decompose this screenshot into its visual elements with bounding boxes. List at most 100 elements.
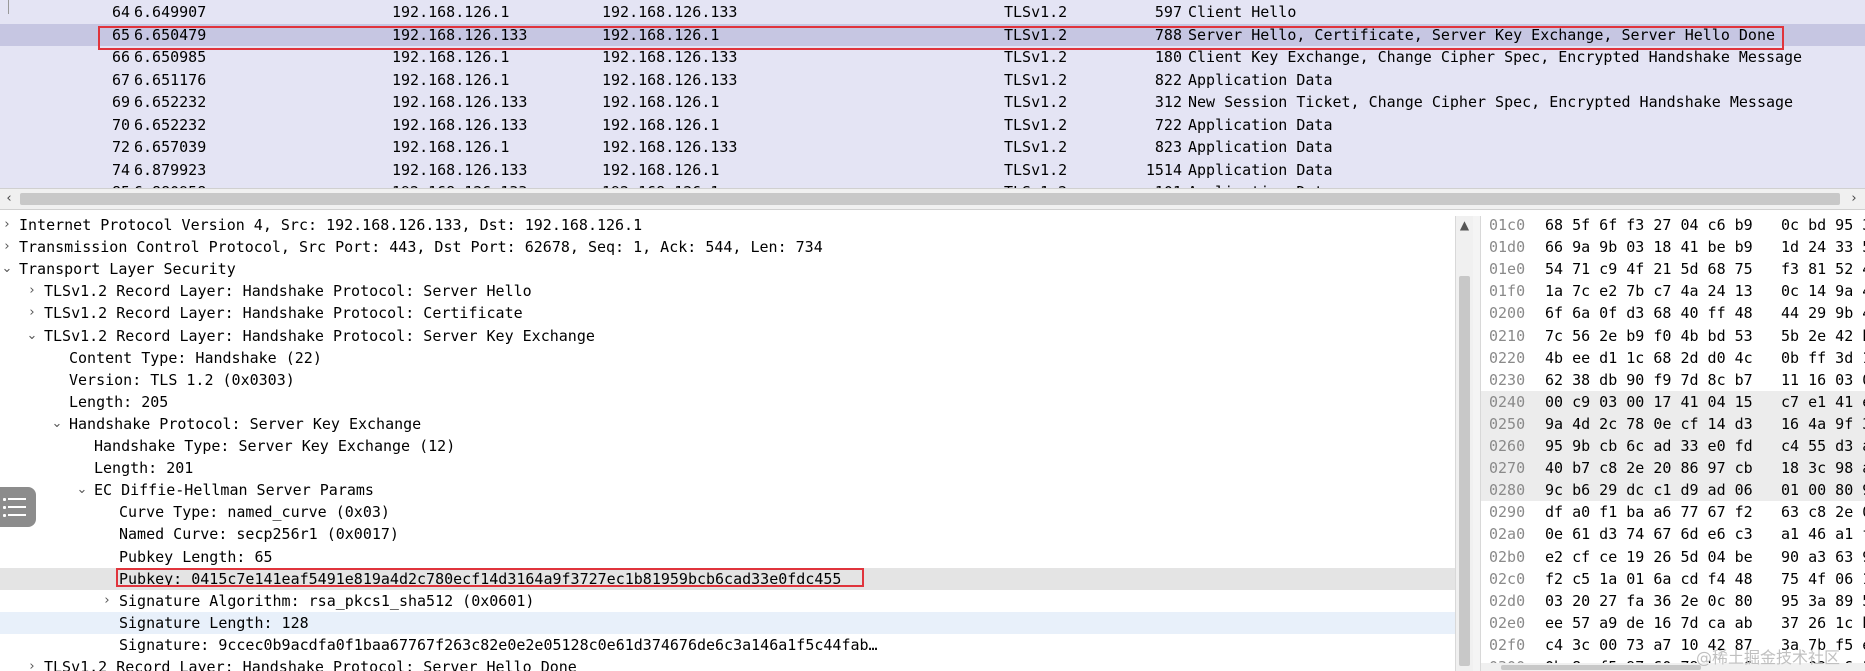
hex-row[interactable]: 0260 95 9b cb 6c ad 33 e0 fd c4 55 d3 a8	[1481, 435, 1865, 457]
detail-tree-item[interactable]: Curve Type: named_curve (0x03)	[0, 501, 1455, 523]
hex-row[interactable]: 0250 9a 4d 2c 78 0e cf 14 d3 16 4a 9f 37	[1481, 412, 1865, 435]
packet-time: 6.650985	[134, 48, 207, 66]
hex-row[interactable]: 0220 4b ee d1 1c 68 2d d0 4c 0b ff 3d 1e	[1481, 347, 1865, 369]
collapse-chevron-icon[interactable]: ⌄	[0, 258, 14, 280]
packet-row[interactable]: 67 6.651176 192.168.126.1 192.168.126.133 TL…	[0, 69, 1865, 91]
detail-tree-item[interactable]: Length: 201	[0, 457, 1455, 479]
detail-tree-item[interactable]: Pubkey: 0415c7e141eaf5491e819a4d2c780ecf…	[0, 567, 1455, 590]
packet-row[interactable]: 66 6.650985 192.168.126.1 192.168.126.133 TL…	[0, 46, 1865, 68]
packet-length: 1514	[1145, 160, 1182, 179]
hex-bytes: 44 29 9b 45	[1781, 304, 1865, 323]
expand-chevron-icon[interactable]: ›	[25, 656, 39, 671]
collapse-chevron-icon[interactable]: ⌄	[50, 413, 64, 435]
hex-row[interactable]: 01d0 66 9a 9b 03 18 41 be b9 1d 24 33 55	[1481, 236, 1865, 258]
scrollbar-thumb[interactable]	[20, 193, 1840, 205]
hex-bytes: 00 c9 03 00 17 41 04 15	[1545, 392, 1753, 411]
detail-tree-item[interactable]: › TLSv1.2 Record Layer: Handshake Protoco…	[0, 656, 1455, 671]
packet-protocol: TLSv1.2	[1004, 93, 1068, 111]
packet-row[interactable]: 74 6.879923 192.168.126.133 192.168.126.1 TL…	[0, 159, 1865, 181]
packet-details-tree[interactable]: › Internet Protocol Version 4, Src: 192.1…	[0, 216, 1455, 671]
collapse-chevron-icon[interactable]: ⌄	[75, 479, 89, 501]
hex-bytes: f2 c5 1a 01 6a cd f4 48	[1545, 569, 1753, 588]
packet-list-horizontal-scrollbar[interactable]: ‹ ›	[0, 188, 1865, 210]
detail-tree-item[interactable]: Named Curve: secp256r1 (0x0017)	[0, 523, 1455, 545]
detail-tree-item[interactable]: Signature Length: 128	[0, 611, 1455, 634]
detail-tree-item[interactable]: Pubkey Length: 65	[0, 546, 1455, 568]
detail-tree-item[interactable]: Handshake Type: Server Key Exchange (12)	[0, 435, 1455, 457]
packet-row[interactable]: 72 6.657039 192.168.126.1 192.168.126.133 TL…	[0, 136, 1865, 158]
floating-list-menu-icon[interactable]	[0, 487, 36, 527]
expand-chevron-icon[interactable]: ›	[25, 280, 39, 302]
hex-bytes: 18 3c 98 ab	[1781, 459, 1865, 478]
hex-row[interactable]: 02c0 f2 c5 1a 01 6a cd f4 48 75 4f 06 18	[1481, 568, 1865, 590]
detail-tree-item[interactable]: ⌄ Transport Layer Security	[0, 258, 1455, 280]
expand-chevron-icon[interactable]: ›	[0, 216, 14, 236]
details-vertical-scrollbar[interactable]: ▲	[1455, 216, 1473, 671]
hex-row[interactable]: 02b0 e2 cf ce 19 26 5d 04 be 90 a3 63 9c	[1481, 546, 1865, 568]
packet-destination: 192.168.126.1	[602, 115, 720, 134]
detail-tree-item[interactable]: Version: TLS 1.2 (0x0303)	[0, 369, 1455, 391]
detail-tree-item[interactable]: ⌄ Handshake Protocol: Server Key Exchange	[0, 413, 1455, 435]
hex-row[interactable]: 02d0 03 20 27 fa 36 2e 0c 80 95 3a 89 53	[1481, 590, 1865, 612]
detail-tree-item[interactable]: Content Type: Handshake (22)	[0, 347, 1455, 369]
detail-tree-item[interactable]: › Transmission Control Protocol, Src Port…	[0, 236, 1455, 258]
hex-row[interactable]: 0280 9c b6 29 dc c1 d9 ad 06 01 00 80 9c	[1481, 479, 1865, 502]
packet-row[interactable]: 85 6.880958 192.168.126.133 192.168.126.1 TL…	[0, 181, 1865, 188]
detail-tree-item[interactable]: › Signature Algorithm: rsa_pkcs1_sha512 (…	[0, 590, 1455, 612]
collapse-chevron-icon[interactable]: ⌄	[25, 325, 39, 347]
hex-row[interactable]: 0270 40 b7 c8 2e 20 86 97 cb 18 3c 98 ab	[1481, 457, 1865, 480]
hex-row[interactable]: 01c0 68 5f 6f f3 27 04 c6 b9 0c bd 95 37	[1481, 216, 1865, 236]
scrollbar-thumb[interactable]	[1501, 665, 1701, 670]
scroll-right-icon[interactable]: ›	[1845, 189, 1863, 209]
pane-splitter[interactable]	[1473, 216, 1481, 671]
hex-row[interactable]: 0200 6f 6a 0f d3 68 40 ff 48 44 29 9b 45	[1481, 302, 1865, 324]
hex-row[interactable]: 01e0 54 71 c9 4f 21 5d 68 75 f3 81 52 41	[1481, 258, 1865, 280]
detail-field-text: Internet Protocol Version 4, Src: 192.16…	[19, 216, 643, 234]
packet-source: 192.168.126.133	[392, 115, 528, 134]
detail-tree-item[interactable]: › Internet Protocol Version 4, Src: 192.1…	[0, 216, 1455, 236]
packet-info: Application Data	[1188, 115, 1333, 134]
detail-tree-item[interactable]: › TLSv1.2 Record Layer: Handshake Protoco…	[0, 302, 1455, 324]
hex-offset: 0240	[1489, 392, 1526, 411]
hex-bytes: 16 4a 9f 37	[1781, 414, 1865, 433]
expand-chevron-icon[interactable]: ›	[100, 590, 114, 612]
packet-source: 192.168.126.1	[392, 48, 510, 66]
packet-row[interactable]: 64 6.649907 192.168.126.1 192.168.126.133 TL…	[0, 1, 1865, 23]
hex-row[interactable]: 02e0 ee 57 a9 de 16 7d ca ab 37 26 1c bb	[1481, 612, 1865, 634]
hex-row[interactable]: 0240 00 c9 03 00 17 41 04 15 c7 e1 41 ea	[1481, 390, 1865, 413]
packet-time: 6.657039	[134, 138, 207, 156]
packet-length: 823	[1154, 138, 1182, 156]
packet-time: 6.879923	[134, 160, 207, 179]
hex-row[interactable]: 02a0 0e 61 d3 74 67 6d e6 c3 a1 46 a1 f5	[1481, 523, 1865, 545]
detail-tree-item[interactable]: › TLSv1.2 Record Layer: Handshake Protoco…	[0, 280, 1455, 302]
packet-destination: 192.168.126.1	[602, 181, 719, 188]
packet-number: 70	[111, 115, 130, 134]
hex-row[interactable]: 01f0 1a 7c e2 7b c7 4a 24 13 0c 14 9a 4f	[1481, 280, 1865, 302]
packet-row[interactable]: 65 6.650479 192.168.126.133 192.168.126.1 TL…	[0, 23, 1865, 46]
hex-row[interactable]: 0290 df a0 f1 ba a6 77 67 f2 63 c8 2e 0e	[1481, 501, 1865, 523]
detail-tree-item[interactable]: Length: 205	[0, 391, 1455, 413]
packet-protocol: TLSv1.2	[1004, 181, 1067, 188]
expand-chevron-icon[interactable]: ›	[25, 302, 39, 324]
packet-bytes-pane[interactable]: 01c068 5f 6f f3 27 04 c6 b90c bd 95 3701…	[1481, 216, 1865, 671]
packet-row[interactable]: 69 6.652232 192.168.126.133 192.168.126.1 TL…	[0, 91, 1865, 113]
packet-list[interactable]: 64 6.649907 192.168.126.1 192.168.126.133 TL…	[0, 0, 1865, 188]
detail-tree-item[interactable]: ⌄ TLSv1.2 Record Layer: Handshake Protoco…	[0, 325, 1455, 347]
packet-destination: 192.168.126.1	[602, 93, 720, 111]
scrollbar-thumb[interactable]	[1459, 276, 1470, 666]
expand-chevron-icon[interactable]: ›	[0, 236, 14, 258]
hex-offset: 0220	[1489, 348, 1526, 367]
detail-tree-item[interactable]: ⌄ EC Diffie-Hellman Server Params	[0, 479, 1455, 501]
hex-bytes: 0b ff 3d 1e	[1781, 348, 1865, 367]
detail-field-text: TLSv1.2 Record Layer: Handshake Protocol…	[44, 658, 577, 671]
hex-row[interactable]: 0230 62 38 db 90 f9 7d 8c b7 11 16 03 03	[1481, 369, 1865, 391]
hex-row[interactable]: 0210 7c 56 2e b9 f0 4b bd 53 5b 2e 42 b1	[1481, 325, 1865, 347]
hex-bytes: 37 26 1c bb	[1781, 613, 1865, 632]
watermark: @稀土掘金技术社区	[1696, 648, 1841, 667]
scroll-left-icon[interactable]: ‹	[0, 189, 18, 209]
packet-row[interactable]: 70 6.652232 192.168.126.133 192.168.126.1 TL…	[0, 114, 1865, 136]
detail-tree-item[interactable]: Signature: 9ccec0b9acdfa0f1baa67767f263c…	[0, 634, 1455, 656]
scroll-up-icon[interactable]: ▲	[1456, 218, 1473, 232]
hex-bytes: 95 3a 89 53	[1781, 591, 1865, 610]
hex-bytes: 0c 14 9a 4f	[1781, 282, 1865, 301]
